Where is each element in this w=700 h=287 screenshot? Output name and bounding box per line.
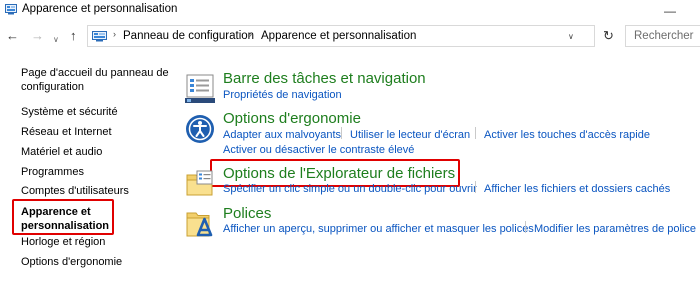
sidebar-item-home[interactable]: Page d'accueil du panneau de configurati… (21, 66, 169, 94)
recent-locations-chevron-icon[interactable]: ∨ (53, 31, 59, 49)
sidebar-highlight-box (12, 199, 114, 235)
link-show-hidden-files[interactable]: Afficher les fichiers et dossiers cachés (484, 183, 670, 195)
sidebar-item-user-accounts[interactable]: Comptes d'utilisateurs (21, 184, 129, 198)
address-dropdown-chevron-icon[interactable]: ∨ (568, 32, 574, 41)
address-bar[interactable]: › Panneau de configuration › Apparence e… (87, 25, 595, 47)
breadcrumb-control-panel[interactable]: Panneau de configuration (123, 30, 254, 42)
link-high-contrast[interactable]: Activer ou désactiver le contraste élevé (223, 144, 414, 156)
link-divider (475, 127, 476, 139)
folder-options-icon (186, 170, 213, 196)
link-divider (525, 221, 526, 233)
taskbar-icon (185, 74, 215, 103)
control-panel-icon (92, 31, 107, 42)
fonts-folder-icon (186, 212, 213, 237)
back-button[interactable]: ← (6, 27, 19, 45)
sidebar-item-network[interactable]: Réseau et Internet (21, 125, 112, 139)
link-screen-reader[interactable]: Utiliser le lecteur d'écran (350, 129, 470, 141)
link-preview-fonts[interactable]: Afficher un aperçu, supprimer ou affiche… (223, 223, 534, 235)
sidebar-item-programs[interactable]: Programmes (21, 165, 84, 179)
navigation-bar: ← → ∨ ↑ › Panneau de configuration › App… (0, 25, 700, 49)
sidebar-home-line-2: configuration (21, 81, 84, 93)
ease-of-access-icon (186, 115, 214, 143)
link-adapt-low-vision[interactable]: Adapter aux malvoyants (223, 129, 341, 141)
category-title-taskbar[interactable]: Barre des tâches et navigation (223, 70, 426, 87)
link-font-settings[interactable]: Modifier les paramètres de police (534, 223, 696, 235)
category-title-fonts[interactable]: Polices (223, 205, 271, 222)
search-box[interactable] (625, 25, 700, 47)
up-button[interactable]: ↑ (70, 27, 77, 45)
link-divider (341, 127, 342, 139)
link-navigation-properties[interactable]: Propriétés de navigation (223, 89, 342, 101)
category-title-file-explorer-options[interactable]: Options de l'Explorateur de fichiers (223, 165, 455, 182)
minimize-button[interactable]: — (664, 4, 676, 18)
breadcrumb-separator-icon[interactable]: › (113, 29, 116, 39)
title-bar: Apparence et personnalisation — (0, 0, 700, 21)
window-title: Apparence et personnalisation (22, 3, 178, 15)
sidebar-item-hardware-sound[interactable]: Matériel et audio (21, 145, 102, 159)
refresh-button[interactable]: ↻ (603, 28, 614, 44)
search-input[interactable] (634, 27, 700, 45)
link-shortcut-keys[interactable]: Activer les touches d'accès rapide (484, 129, 650, 141)
control-panel-icon (5, 4, 17, 15)
breadcrumb-separator-icon[interactable]: › (249, 29, 252, 39)
category-title-ease-of-access[interactable]: Options d'ergonomie (223, 110, 361, 127)
link-divider (475, 181, 476, 193)
sidebar-item-clock-region[interactable]: Horloge et région (21, 235, 105, 249)
breadcrumb-appearance[interactable]: Apparence et personnalisation (261, 30, 416, 42)
link-single-double-click[interactable]: Spécifier un clic simple ou un double-cl… (223, 183, 477, 195)
sidebar-item-ease-of-access[interactable]: Options d'ergonomie (21, 255, 122, 269)
forward-button[interactable]: → (31, 27, 44, 45)
sidebar-item-system-security[interactable]: Système et sécurité (21, 105, 118, 119)
sidebar-home-line-1: Page d'accueil du panneau de (21, 67, 169, 79)
